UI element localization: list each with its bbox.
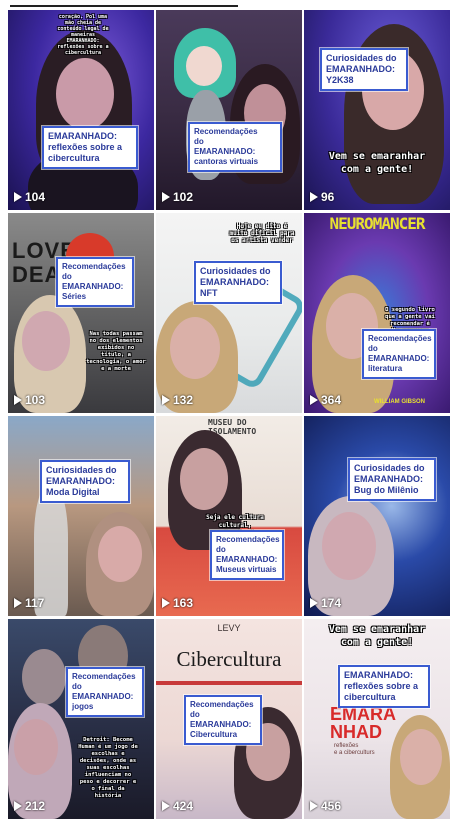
view-count: 96 xyxy=(310,190,334,204)
play-icon xyxy=(310,801,318,811)
topic-card: Curiosidades do EMARANHADO: Y2K38 xyxy=(320,48,408,91)
view-count-value: 174 xyxy=(321,596,342,610)
poster-title: NEUROMANCER xyxy=(329,214,426,233)
play-icon xyxy=(14,192,22,202)
view-count-value: 102 xyxy=(173,190,194,204)
poster-title: MUSEU DO ISOLAMENTO xyxy=(208,418,257,436)
view-count: 163 xyxy=(162,596,193,610)
play-icon xyxy=(14,801,22,811)
person-face xyxy=(400,729,442,785)
person-face xyxy=(56,58,114,130)
view-count: 104 xyxy=(14,190,45,204)
video-tile-3[interactable]: Curiosidades do EMARANHADO: Y2K38 Vem se… xyxy=(304,10,450,210)
topic-card: Recomendações do EMARANHADO: cantoras vi… xyxy=(188,122,282,172)
view-count: 103 xyxy=(14,393,45,407)
view-count: 456 xyxy=(310,799,341,813)
poster-band xyxy=(156,681,302,685)
view-count: 117 xyxy=(14,596,44,610)
play-icon xyxy=(310,395,318,405)
top-bar xyxy=(0,0,456,10)
game-character-face xyxy=(22,649,66,705)
view-count-value: 103 xyxy=(25,393,46,407)
view-count-value: 424 xyxy=(173,799,194,813)
view-count-value: 117 xyxy=(25,596,45,610)
person-face xyxy=(170,317,220,379)
person-face xyxy=(22,311,70,371)
play-icon xyxy=(310,192,318,202)
play-icon xyxy=(14,598,22,608)
video-caption: Detroit: Become Human é um jogo de escol… xyxy=(78,737,138,799)
view-count-value: 163 xyxy=(173,596,194,610)
video-caption: Vem se emaranhar com a gente! xyxy=(328,624,426,648)
video-caption: Vem se emaranhar com a gente! xyxy=(328,151,426,175)
view-count-value: 96 xyxy=(321,190,335,204)
poster-author: LEVY xyxy=(217,623,241,633)
video-caption: Hoje eu dito é muito difícil para os art… xyxy=(229,223,295,244)
person-face xyxy=(14,719,58,775)
topic-card: EMARANHADO: reflexões sobre a cibercultu… xyxy=(338,665,430,708)
tab-indicator xyxy=(10,5,238,7)
view-count: 424 xyxy=(162,799,193,813)
video-grid: coração. Pol uma mão cheia de conteúdo l… xyxy=(8,10,450,819)
topic-card: Curiosidades do EMARANHADO: Moda Digital xyxy=(40,460,130,503)
topic-card: Curiosidades do EMARANHADO: Bug do Milên… xyxy=(348,458,436,501)
topic-card: Curiosidades do EMARANHADO: NFT xyxy=(194,261,282,304)
video-tile-5[interactable]: Hoje eu dito é muito difícil para os art… xyxy=(156,213,302,413)
video-caption: Nas todas passam no dos elementos exibid… xyxy=(86,331,146,372)
view-count: 174 xyxy=(310,596,341,610)
play-icon xyxy=(162,801,170,811)
person-face xyxy=(98,526,142,582)
topic-card: Recomendações do EMARANHADO: Museus virt… xyxy=(210,530,284,580)
play-icon xyxy=(162,192,170,202)
topic-card: Recomendações do EMARANHADO: Séries xyxy=(56,257,134,307)
play-icon xyxy=(310,598,318,608)
topic-card: Recomendações do EMARANHADO: literatura xyxy=(362,329,436,379)
poster-author: WILLIAM GIBSON xyxy=(374,399,425,405)
play-icon xyxy=(162,395,170,405)
view-count: 132 xyxy=(162,393,193,407)
video-tile-9[interactable]: Curiosidades do EMARANHADO: Bug do Milên… xyxy=(304,416,450,616)
video-tile-8[interactable]: MUSEU DO ISOLAMENTO Seja ele cultura cul… xyxy=(156,416,302,616)
video-tile-4[interactable]: LOVE DEATH Recomendações do EMARANHADO: … xyxy=(8,213,154,413)
video-tile-11[interactable]: LEVY Cibercultura Recomendações do EMARA… xyxy=(156,619,302,819)
video-tile-10[interactable]: Recomendações do EMARANHADO: jogos Detro… xyxy=(8,619,154,819)
view-count-value: 364 xyxy=(321,393,342,407)
view-count-value: 104 xyxy=(25,190,46,204)
video-tile-7[interactable]: Curiosidades do EMARANHADO: Moda Digital… xyxy=(8,416,154,616)
video-tile-6[interactable]: NEUROMANCER O segundo livro que a gente … xyxy=(304,213,450,413)
video-caption: coração. Pol uma mão cheia de conteúdo l… xyxy=(57,14,109,56)
topic-card: Recomendações do EMARANHADO: jogos xyxy=(66,667,144,717)
play-icon xyxy=(162,598,170,608)
topic-card: EMARANHADO: reflexões sobre a cibercultu… xyxy=(42,126,138,169)
view-count-value: 132 xyxy=(173,393,194,407)
topic-card: Recomendações do EMARANHADO: Cibercultur… xyxy=(184,695,262,745)
poster-title: Cibercultura xyxy=(176,647,282,671)
view-count: 212 xyxy=(14,799,45,813)
view-count-value: 212 xyxy=(25,799,46,813)
anime-figure-face xyxy=(186,46,222,86)
video-tile-12[interactable]: Vem se emaranhar com a gente! EMARA NHAD… xyxy=(304,619,450,819)
person-face xyxy=(180,448,228,510)
video-tile-2[interactable]: Recomendações do EMARANHADO: cantoras vi… xyxy=(156,10,302,210)
view-count: 364 xyxy=(310,393,341,407)
view-count-value: 456 xyxy=(321,799,342,813)
play-icon xyxy=(14,395,22,405)
video-tile-1[interactable]: coração. Pol uma mão cheia de conteúdo l… xyxy=(8,10,154,210)
person-face xyxy=(322,512,376,580)
view-count: 102 xyxy=(162,190,193,204)
